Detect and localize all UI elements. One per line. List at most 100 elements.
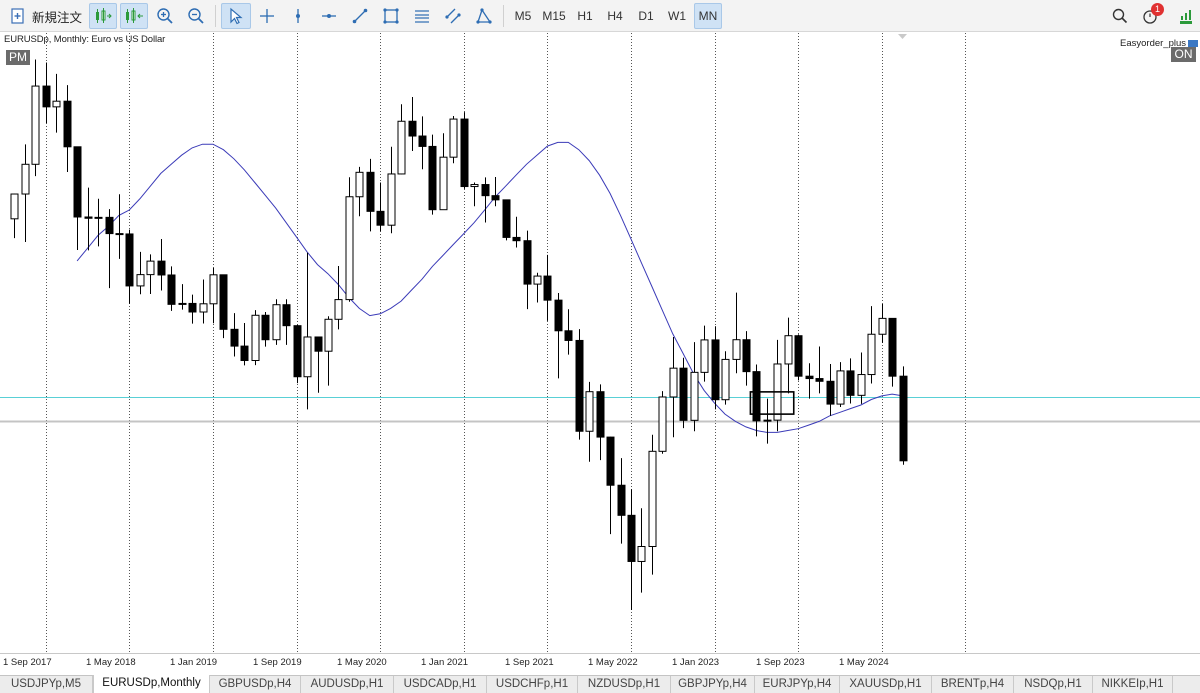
horizontal-line-button[interactable] — [316, 3, 342, 29]
price-chart[interactable]: EURUSDp, Monthly: Euro vs US Dollar PM E… — [0, 33, 1200, 675]
candle — [637, 508, 646, 593]
candle — [188, 294, 197, 324]
candle — [836, 362, 845, 408]
candle — [94, 198, 103, 247]
candle — [366, 158, 375, 232]
tab-nzdusdp-h1[interactable]: NZDUSDp,H1 — [578, 676, 671, 693]
zoom-out-button[interactable] — [183, 3, 209, 29]
search-button[interactable] — [1108, 3, 1132, 29]
tab-usdchfp-h1[interactable]: USDCHFp,H1 — [487, 676, 578, 693]
tab-usdjpyp-m5[interactable]: USDJPYp,M5 — [0, 676, 93, 693]
candle — [711, 326, 720, 410]
date-label: 1 Jan 2021 — [421, 657, 469, 668]
notification-badge: 1 — [1151, 3, 1164, 16]
bull-candle-body — [10, 193, 19, 220]
expert-advisor-status[interactable]: ON — [1171, 47, 1196, 62]
tab-brentp-h4[interactable]: BRENTp,H4 — [932, 676, 1014, 693]
tab-nikkeip-h1[interactable]: NIKKEIp,H1 — [1093, 676, 1173, 693]
bear-candle-body — [617, 484, 626, 516]
candle — [397, 104, 406, 175]
tab-usdcadp-h1[interactable]: USDCADp,H1 — [394, 676, 487, 693]
candle — [157, 239, 166, 291]
chart-shift-button[interactable] — [120, 3, 148, 29]
timeframe-m5-button[interactable]: M5 — [508, 3, 538, 29]
timeframe-mn-button[interactable]: MN — [694, 3, 722, 29]
trendline-button[interactable] — [347, 3, 373, 29]
candle — [491, 177, 500, 207]
signal-level-button[interactable] — [1175, 3, 1197, 29]
candle — [470, 182, 479, 207]
candle — [240, 322, 249, 366]
bull-candle-body — [878, 317, 887, 335]
candle — [230, 313, 239, 357]
bull-candle-body — [669, 367, 678, 398]
bear-candle-body — [564, 330, 573, 341]
candle — [857, 352, 866, 404]
timeframe-m15-button[interactable]: M15 — [539, 3, 569, 29]
tab-gbpusdp-h4[interactable]: GBPUSDp,H4 — [210, 676, 301, 693]
candle — [742, 331, 751, 386]
bear-candle-body — [460, 118, 469, 188]
candle — [355, 166, 364, 217]
timeframe-d1-button[interactable]: D1 — [632, 3, 660, 29]
candle — [773, 339, 782, 432]
candle — [805, 363, 814, 399]
vertical-line-button[interactable] — [285, 3, 311, 29]
bull-candle-body — [355, 171, 364, 198]
crosshair-button[interactable] — [254, 3, 280, 29]
bear-candle-body — [815, 378, 824, 382]
chart-tabs: USDJPYp,M5 EURUSDp,Monthly GBPUSDp,H4 AU… — [0, 675, 1200, 693]
candle — [690, 342, 699, 432]
tab-xauusdp-h1[interactable]: XAUUSDp,H1 — [840, 676, 932, 693]
bull-candle-body — [52, 100, 61, 108]
bear-candle-body — [606, 436, 615, 486]
timeframe-h1-button[interactable]: H1 — [571, 3, 599, 29]
bear-candle-body — [543, 275, 552, 301]
candle — [617, 458, 626, 544]
zoom-in-button[interactable] — [152, 3, 178, 29]
candle — [596, 384, 605, 461]
candle — [899, 366, 908, 465]
channel-icon — [445, 8, 461, 24]
chart-canvas[interactable] — [0, 33, 1200, 675]
tab-audusdp-h1[interactable]: AUDUSDp,H1 — [301, 676, 394, 693]
candle — [564, 309, 573, 355]
rectangle-icon — [383, 8, 399, 24]
bear-candle-body — [826, 380, 835, 405]
time-axis-line — [0, 653, 1200, 654]
timeframe-w1-button[interactable]: W1 — [663, 3, 691, 29]
bear-candle-body — [73, 146, 82, 218]
bear-candle-body — [219, 274, 228, 330]
candle — [324, 316, 333, 386]
channel-button[interactable] — [440, 3, 466, 29]
candlesticks — [10, 59, 908, 610]
rectangle-button[interactable] — [378, 3, 404, 29]
bull-candle-body — [784, 335, 793, 365]
autoscroll-button[interactable] — [89, 3, 117, 29]
pm-indicator: PM — [6, 50, 30, 65]
bear-candle-body — [805, 375, 814, 380]
candle — [763, 398, 772, 444]
shapes-button[interactable] — [471, 3, 497, 29]
trendline-icon — [352, 8, 368, 24]
new-order-button[interactable]: 新規注文 — [6, 3, 86, 29]
tab-eurusdp-monthly[interactable]: EURUSDp,Monthly — [93, 675, 210, 693]
bear-candle-body — [63, 100, 72, 148]
candle — [846, 358, 855, 404]
bull-candle-body — [449, 118, 458, 158]
horizontal-line-icon — [322, 14, 336, 18]
candle — [460, 112, 469, 189]
tab-nsdqp-h1[interactable]: NSDQp,H1 — [1014, 676, 1093, 693]
tab-gbpjpyp-h4[interactable]: GBPJPYp,H4 — [671, 676, 755, 693]
candle — [679, 357, 688, 429]
cursor-button[interactable] — [221, 3, 251, 29]
bear-candle-body — [523, 240, 532, 285]
tab-eurjpyp-h4[interactable]: EURJPYp,H4 — [755, 676, 840, 693]
chart-shift-marker[interactable] — [898, 34, 907, 39]
bear-candle-body — [167, 274, 176, 305]
bear-candle-body — [846, 370, 855, 396]
candle — [125, 229, 134, 304]
fibonacci-button[interactable] — [409, 3, 435, 29]
timeframe-h4-button[interactable]: H4 — [601, 3, 629, 29]
bear-candle-body — [84, 216, 93, 219]
